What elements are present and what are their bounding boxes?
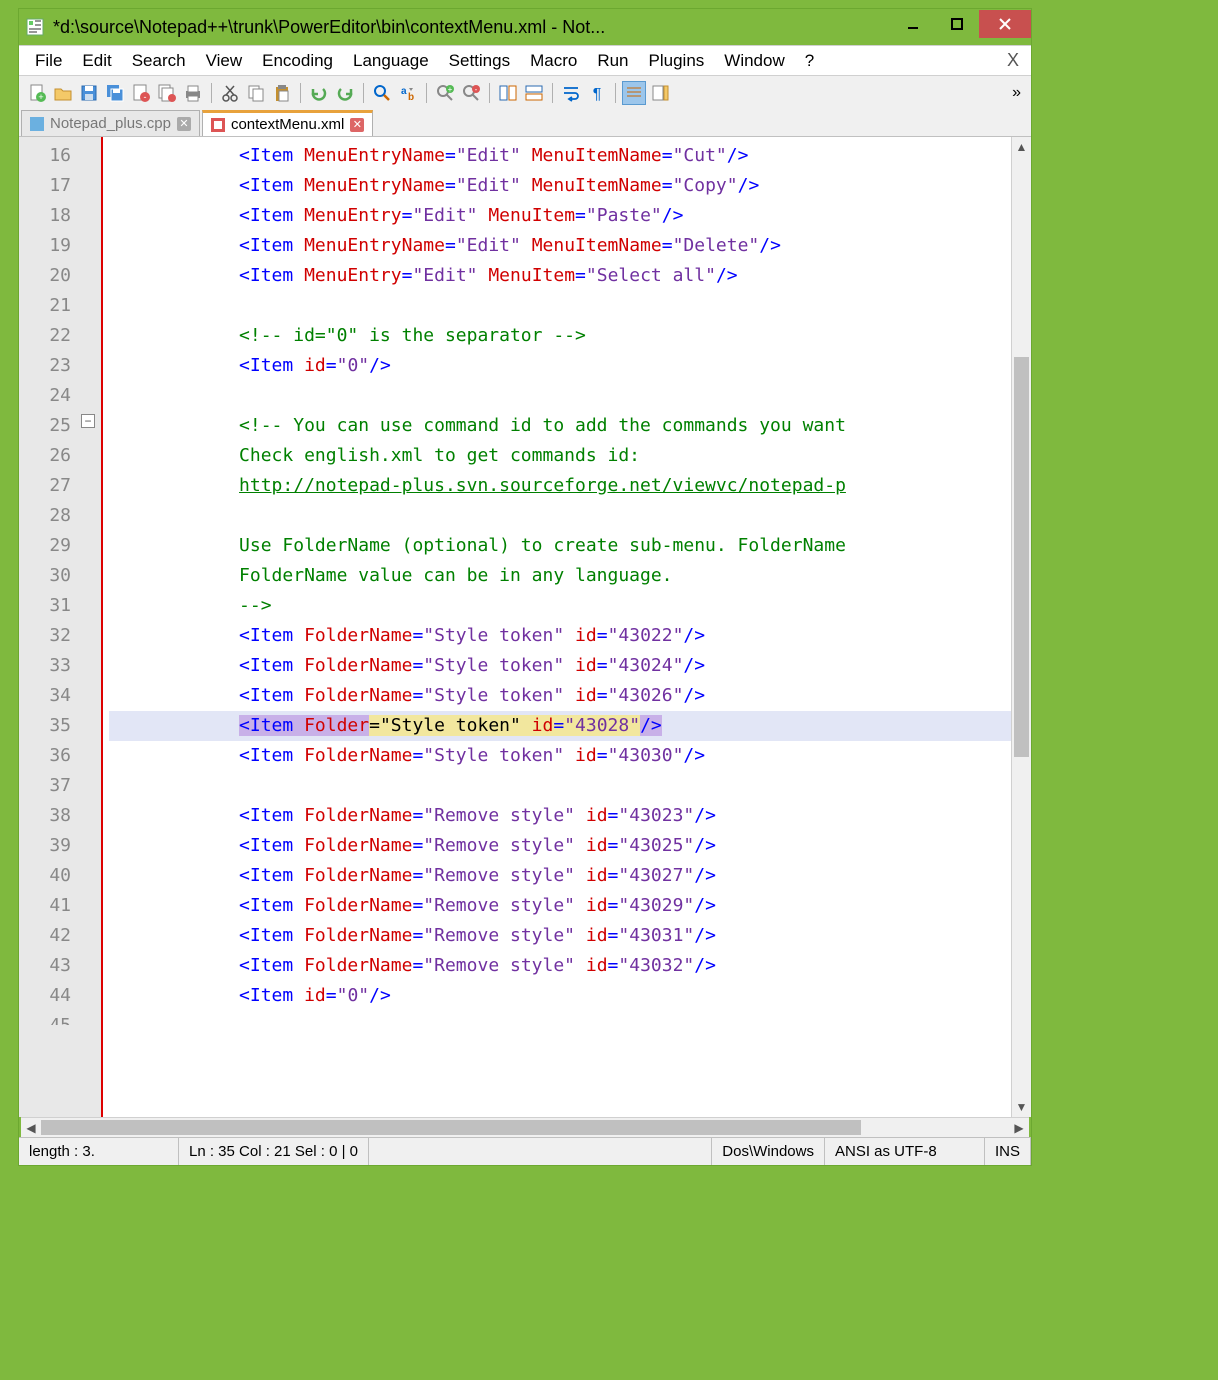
code-content[interactable]: <Item MenuEntryName="Edit" MenuItemName=…	[103, 137, 1011, 1117]
toolbar-separator	[211, 83, 212, 103]
vertical-scrollbar[interactable]: ▲ ▼	[1011, 137, 1031, 1117]
paste-icon[interactable]	[270, 81, 294, 105]
print-icon[interactable]	[181, 81, 205, 105]
menu-macro[interactable]: Macro	[520, 47, 587, 75]
title-bar[interactable]: *d:\source\Notepad++\trunk\PowerEditor\b…	[19, 9, 1031, 45]
close-button[interactable]	[979, 10, 1031, 38]
doc-map-icon[interactable]	[648, 81, 672, 105]
svg-text:-: -	[475, 85, 478, 94]
toolbar-separator	[363, 83, 364, 103]
menu-items: File Edit Search View Encoding Language …	[25, 47, 824, 75]
sync-h-icon[interactable]	[522, 81, 546, 105]
menu-plugins[interactable]: Plugins	[639, 47, 715, 75]
menu-window[interactable]: Window	[714, 47, 794, 75]
file-modified-icon	[211, 118, 225, 132]
fold-minus-icon[interactable]: −	[81, 414, 95, 428]
svg-text:+: +	[38, 92, 43, 102]
menu-file[interactable]: File	[25, 47, 72, 75]
close-file-icon[interactable]: -	[129, 81, 153, 105]
menu-help[interactable]: ?	[795, 47, 824, 75]
menu-language[interactable]: Language	[343, 47, 439, 75]
window-buttons	[891, 10, 1031, 40]
status-eol[interactable]: Dos\Windows	[712, 1138, 825, 1165]
toolbar-separator	[489, 83, 490, 103]
menu-encoding[interactable]: Encoding	[252, 47, 343, 75]
open-file-icon[interactable]	[51, 81, 75, 105]
window-title: *d:\source\Notepad++\trunk\PowerEditor\b…	[53, 17, 891, 38]
scroll-left-icon[interactable]: ◀	[21, 1118, 41, 1137]
wordwrap-icon[interactable]	[559, 81, 583, 105]
show-all-chars-icon[interactable]: ¶	[585, 81, 609, 105]
toolbar-separator	[426, 83, 427, 103]
toolbar-separator	[615, 83, 616, 103]
toolbar-separator	[552, 83, 553, 103]
tab-bar: Notepad_plus.cpp ✕ contextMenu.xml ✕	[19, 109, 1031, 137]
svg-text:¶: ¶	[593, 86, 602, 103]
minimize-button[interactable]	[891, 10, 935, 38]
file-cpp-icon	[30, 117, 44, 131]
tab-label: contextMenu.xml	[231, 116, 344, 133]
app-window: *d:\source\Notepad++\trunk\PowerEditor\b…	[18, 8, 1032, 1166]
status-insert-mode[interactable]: INS	[985, 1138, 1031, 1165]
save-icon[interactable]	[77, 81, 101, 105]
scroll-up-icon[interactable]: ▲	[1012, 137, 1031, 157]
copy-icon[interactable]	[244, 81, 268, 105]
scroll-thumb[interactable]	[41, 1120, 861, 1135]
indent-guide-icon[interactable]	[622, 81, 646, 105]
tab-close-icon[interactable]: ✕	[350, 118, 364, 132]
undo-icon[interactable]	[307, 81, 331, 105]
menu-run[interactable]: Run	[587, 47, 638, 75]
toolbar: + - ab + - ¶ »	[19, 75, 1031, 109]
find-icon[interactable]	[370, 81, 394, 105]
tab-close-icon[interactable]: ✕	[177, 117, 191, 131]
tab-notepad-plus-cpp[interactable]: Notepad_plus.cpp ✕	[21, 110, 200, 136]
fold-column[interactable]: −	[79, 137, 101, 1117]
scroll-track[interactable]	[41, 1118, 1009, 1137]
svg-text:-: -	[144, 92, 147, 102]
cut-icon[interactable]	[218, 81, 242, 105]
scroll-right-icon[interactable]: ▶	[1009, 1118, 1029, 1137]
app-icon	[25, 17, 45, 37]
sync-v-icon[interactable]	[496, 81, 520, 105]
line-number-gutter[interactable]: 1617181920212223242526272829303132333435…	[19, 137, 79, 1117]
tab-contextmenu-xml[interactable]: contextMenu.xml ✕	[202, 110, 373, 136]
status-length: length : 3.	[19, 1138, 179, 1165]
toolbar-separator	[300, 83, 301, 103]
zoom-in-icon[interactable]: +	[433, 81, 457, 105]
maximize-button[interactable]	[935, 10, 979, 38]
zoom-out-icon[interactable]: -	[459, 81, 483, 105]
redo-icon[interactable]	[333, 81, 357, 105]
horizontal-scrollbar[interactable]: ◀ ▶	[21, 1117, 1029, 1137]
scroll-down-icon[interactable]: ▼	[1012, 1097, 1031, 1117]
close-all-icon[interactable]	[155, 81, 179, 105]
menu-view[interactable]: View	[196, 47, 253, 75]
replace-icon[interactable]: ab	[396, 81, 420, 105]
svg-text:a: a	[401, 86, 407, 97]
menu-bar: File Edit Search View Encoding Language …	[19, 45, 1031, 75]
tab-label: Notepad_plus.cpp	[50, 115, 171, 132]
status-encoding[interactable]: ANSI as UTF-8	[825, 1138, 985, 1165]
svg-text:+: +	[448, 85, 453, 94]
menu-settings[interactable]: Settings	[439, 47, 520, 75]
svg-text:b: b	[408, 92, 414, 103]
menu-search[interactable]: Search	[122, 47, 196, 75]
save-all-icon[interactable]	[103, 81, 127, 105]
editor-area: 1617181920212223242526272829303132333435…	[19, 137, 1031, 1117]
status-bar: length : 3. Ln : 35 Col : 21 Sel : 0 | 0…	[19, 1137, 1031, 1165]
toolbar-overflow-icon[interactable]: »	[1008, 84, 1025, 102]
scroll-track[interactable]	[1012, 157, 1031, 1097]
menu-edit[interactable]: Edit	[72, 47, 121, 75]
menu-close-doc[interactable]: X	[1001, 50, 1025, 71]
new-file-icon[interactable]: +	[25, 81, 49, 105]
scroll-thumb[interactable]	[1014, 357, 1029, 757]
status-position: Ln : 35 Col : 21 Sel : 0 | 0	[179, 1138, 369, 1165]
